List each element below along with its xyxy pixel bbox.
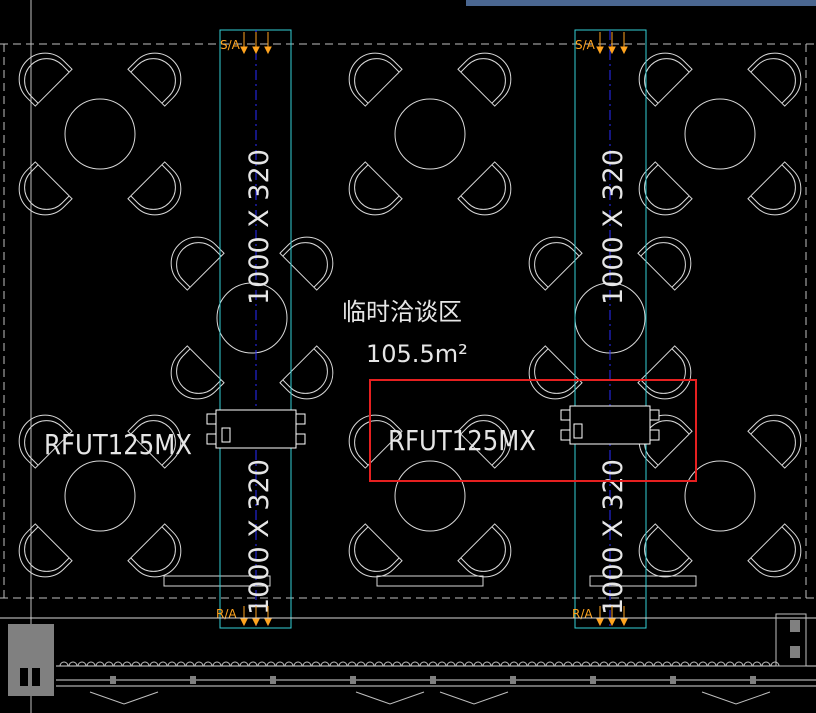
left-duct-size-upper: 1000 X 320 [244, 149, 275, 305]
chair [747, 414, 802, 469]
left-supply-tag: S/A [220, 38, 241, 52]
chair [638, 523, 693, 578]
room-name-label: 临时洽谈区 [342, 298, 462, 326]
chair [747, 523, 802, 578]
right-supply-tag: S/A [575, 38, 596, 52]
chair [170, 236, 225, 291]
room-area-label: 105.5m² [366, 340, 468, 368]
left-return-tag: R/A [216, 607, 237, 621]
chair [18, 523, 73, 578]
chair [18, 52, 73, 107]
chair [127, 52, 182, 107]
chair [457, 161, 512, 216]
chair [638, 161, 693, 216]
chair [457, 52, 512, 107]
chair [170, 345, 225, 400]
left-duct-size-lower: 1000 X 320 [244, 459, 275, 615]
chair [279, 236, 334, 291]
right-unit-model-label: RFUT125MX [388, 424, 536, 457]
chair [18, 161, 73, 216]
chair [528, 345, 583, 400]
left-unit-model-label: RFUT125MX [44, 428, 192, 461]
chair [528, 236, 583, 291]
table-set [638, 52, 802, 216]
round-table [394, 98, 466, 170]
cad-drawing-canvas[interactable]: 1000 X 320 1000 X 320 1000 X 320 1000 X … [0, 0, 816, 713]
table-set [348, 52, 512, 216]
left-supply-arrows [240, 32, 272, 55]
chair [747, 52, 802, 107]
round-table [64, 460, 136, 532]
table-set [18, 52, 182, 216]
chair [348, 523, 403, 578]
right-duct-size-upper: 1000 X 320 [598, 149, 629, 305]
left-ac-unit[interactable] [206, 409, 306, 449]
chair [348, 52, 403, 107]
right-supply-arrows [596, 32, 628, 55]
chair [279, 345, 334, 400]
right-return-tag: R/A [572, 607, 593, 621]
chair [747, 161, 802, 216]
right-ac-unit[interactable] [560, 405, 660, 445]
chair [127, 161, 182, 216]
chair [637, 236, 692, 291]
chair [457, 523, 512, 578]
right-duct-size-lower: 1000 X 320 [598, 459, 629, 615]
round-table [394, 460, 466, 532]
top-wall-strip [466, 0, 816, 6]
chair [637, 345, 692, 400]
bottom-wall [0, 613, 816, 705]
round-table [684, 98, 756, 170]
chair [638, 52, 693, 107]
chair [348, 161, 403, 216]
round-table [64, 98, 136, 170]
chair [127, 523, 182, 578]
